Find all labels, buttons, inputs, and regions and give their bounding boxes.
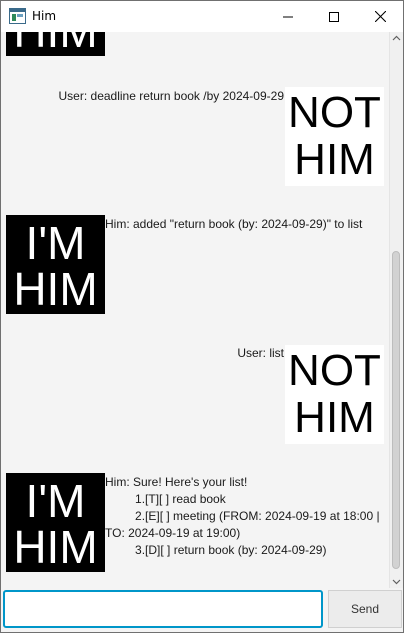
him-message: Him: added "return book (by: 2024-09-29)… xyxy=(105,217,363,231)
title-bar[interactable]: Him xyxy=(1,1,403,32)
avatar-text-line2: HIM xyxy=(294,393,375,442)
him-avatar: I'M HIM xyxy=(6,215,105,314)
him-avatar: I'M HIM xyxy=(6,32,105,56)
user-message: User: list xyxy=(237,346,284,360)
avatar-text-line2: HIM xyxy=(13,521,98,572)
app-window-icon xyxy=(9,8,26,24)
maximize-icon xyxy=(329,11,339,22)
close-button[interactable] xyxy=(357,1,403,32)
maximize-button[interactable] xyxy=(311,1,357,32)
avatar-text-line2: HIM xyxy=(6,32,105,54)
minimize-button[interactable] xyxy=(265,1,311,32)
scroll-down-arrow-icon[interactable] xyxy=(392,577,401,586)
user-avatar: NOT HIM xyxy=(285,87,384,186)
scroll-up-arrow-icon[interactable] xyxy=(392,34,401,43)
him-avatar: I'M HIM xyxy=(6,473,105,572)
avatar-text-line1: NOT xyxy=(288,88,381,137)
close-icon xyxy=(374,11,386,22)
avatar-text-line1: I'M xyxy=(25,475,86,527)
user-avatar: NOT HIM xyxy=(285,345,384,444)
user-message: User: deadline return book /by 2024-09-2… xyxy=(58,89,284,103)
send-button[interactable]: Send xyxy=(328,590,402,628)
input-bar: Send xyxy=(1,588,403,632)
vertical-scrollbar[interactable] xyxy=(389,32,403,588)
him-message: Him: Sure! Here's your list! 1.[T][ ] re… xyxy=(105,475,380,557)
avatar-text-line2: HIM xyxy=(13,263,98,314)
avatar-text-line1: I'M xyxy=(25,217,86,269)
scrollbar-thumb[interactable] xyxy=(392,251,400,569)
avatar-text-line2: HIM xyxy=(294,135,375,184)
message-input[interactable] xyxy=(3,590,323,628)
avatar-text-line1: NOT xyxy=(288,346,381,395)
minimize-icon xyxy=(283,16,293,17)
app-window: Him I'M HIM User: deadline return book /… xyxy=(0,0,404,633)
chat-dialog-area[interactable]: I'M HIM User: deadline return book /by 2… xyxy=(1,32,389,588)
window-title: Him xyxy=(32,9,57,23)
